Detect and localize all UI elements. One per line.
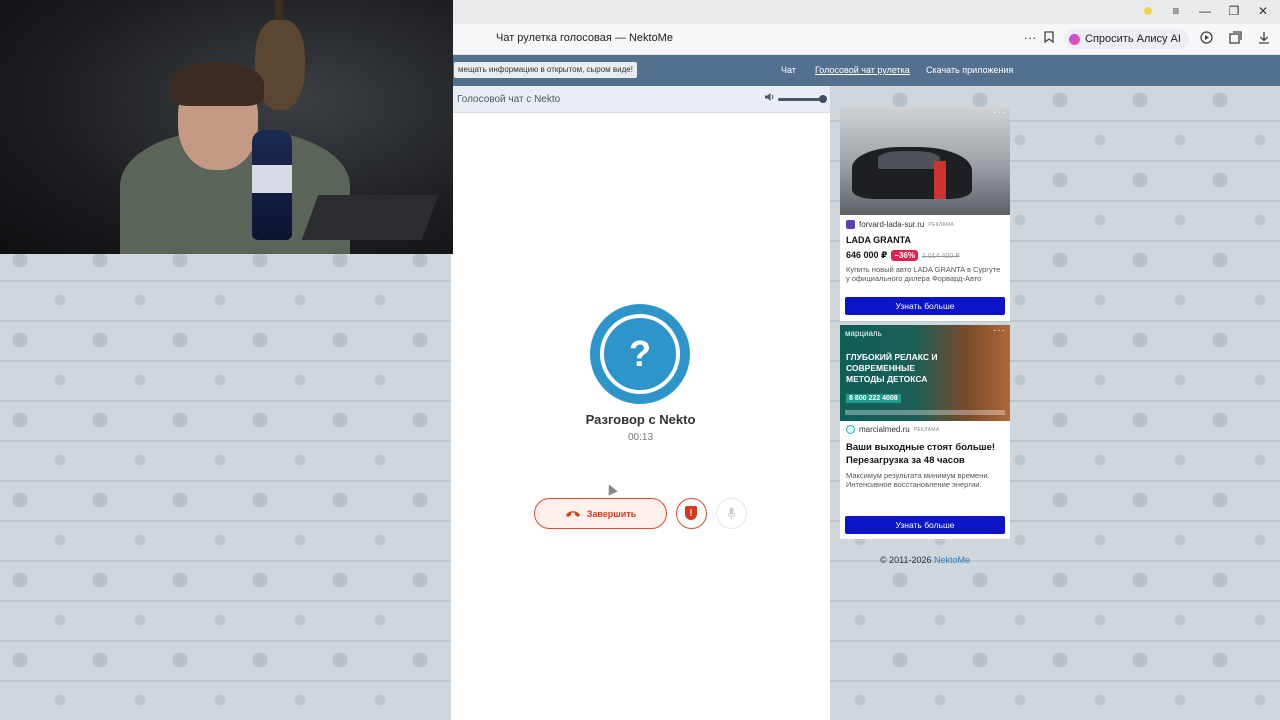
ad-description: Купить новый авто LADA GRANTA в Сургуте … — [846, 265, 1001, 283]
ad-label: РЕКЛАМА — [913, 426, 940, 433]
car-window — [878, 151, 940, 169]
footer: © 2011-2026 NektoMe — [840, 555, 1010, 565]
ad-label: РЕКЛАМА — [928, 221, 955, 228]
conversation-title: Разговор с Nekto — [585, 412, 696, 427]
discount-badge: −36% — [891, 250, 918, 261]
volume-slider-handle[interactable] — [819, 95, 827, 103]
ad-image-headline: ГЛУБОКИЙ РЕЛАКС И СОВРЕМЕННЫЕ МЕТОДЫ ДЕТ… — [846, 352, 938, 384]
ad-lada-granta[interactable]: ··· forvard-lada-sur.ru РЕКЛАМА LADA GRA… — [840, 107, 1010, 321]
media-icon[interactable] — [1197, 31, 1215, 47]
ad-brand-logo: марциаль — [845, 329, 882, 338]
keyboard — [301, 195, 439, 240]
restore-icon[interactable]: ❐ — [1224, 4, 1244, 18]
nav-link-chat[interactable]: Чат — [781, 65, 796, 75]
webcam-overlay — [0, 0, 453, 254]
ad-description: Максимум результата минимум времени. Инт… — [846, 471, 990, 489]
ad-title[interactable]: Ваши выходные стоят больше! Перезагрузка… — [846, 441, 1006, 467]
mouse-cursor-icon — [604, 482, 618, 496]
ad-learn-more-button[interactable]: Узнать больше — [845, 297, 1005, 315]
ad-source: forvard-lada-sur.ru РЕКЛАМА — [846, 220, 954, 229]
nav-link-voice-roulette[interactable]: Голосовой чат рулетка — [815, 65, 910, 75]
hang-up-phone-icon — [565, 506, 581, 521]
alice-icon — [1069, 33, 1080, 45]
more-options-icon[interactable]: ··· — [1021, 30, 1039, 45]
volume-slider[interactable] — [778, 98, 823, 101]
anonymous-avatar: ? — [590, 304, 690, 404]
old-price: 1 014 400 ₽ — [921, 252, 960, 260]
ad-source-domain: forvard-lada-sur.ru — [859, 220, 925, 229]
ad-menu-icon[interactable]: ··· — [993, 107, 1006, 118]
bookmark-icon[interactable] — [1040, 31, 1058, 46]
close-window-icon[interactable]: ✕ — [1253, 4, 1273, 18]
end-call-label: Завершить — [586, 508, 637, 519]
dealer-stand — [934, 161, 946, 199]
ad-source-domain: marcialmed.ru — [859, 425, 910, 434]
ad-title[interactable]: LADA GRANTA — [846, 235, 911, 245]
page-title[interactable]: Чат рулетка голосовая — NektoMe — [496, 32, 673, 44]
download-icon[interactable] — [1255, 31, 1273, 47]
ad-spa-image: марциаль ГЛУБОКИЙ РЕЛАКС И СОВРЕМЕННЫЕ М… — [840, 325, 1010, 421]
microphone-button[interactable] — [716, 498, 747, 529]
ad-marcial-med[interactable]: марциаль ГЛУБОКИЙ РЕЛАКС И СОВРЕМЕННЫЕ М… — [840, 325, 1010, 539]
ask-alice-button[interactable]: Спросить Алису AI — [1064, 29, 1189, 49]
notification-dot-icon — [1144, 7, 1152, 15]
ad-car-image: ··· — [840, 107, 1010, 215]
site-favicon-icon — [846, 220, 855, 229]
microphone-icon — [727, 507, 736, 519]
call-timer: 00:13 — [627, 432, 654, 443]
bottle-label — [252, 165, 292, 193]
volume-icon[interactable] — [764, 92, 775, 105]
nav-link-download-apps[interactable]: Скачать приложения — [926, 65, 1013, 75]
ad-learn-more-button[interactable]: Узнать больше — [845, 516, 1005, 534]
person-hair — [170, 62, 264, 106]
browser-menu-icon[interactable]: ≡ — [1166, 4, 1186, 18]
ad-source: marcialmed.ru РЕКЛАМА — [846, 425, 940, 434]
ad-price-row: 646 000 ₽ −36% 1 014 400 ₽ — [846, 250, 960, 261]
shield-alert-icon: ! — [685, 506, 697, 520]
tabs-icon[interactable] — [1226, 31, 1244, 47]
privacy-notice: мещать информацию в открытом, сыром виде… — [454, 62, 637, 78]
end-call-button[interactable]: Завершить — [534, 498, 667, 529]
ad-fine-print — [845, 410, 1005, 415]
site-favicon-icon — [846, 425, 855, 434]
ask-alice-label: Спросить Алису AI — [1085, 33, 1181, 45]
ad-image-phone: 8 800 222 4008 — [846, 394, 901, 403]
ad-price: 646 000 ₽ — [846, 250, 888, 260]
report-button[interactable]: ! — [676, 498, 707, 529]
copyright-text: © 2011-2026 — [879, 555, 934, 565]
panel-header: Голосовой чат с Nekto — [451, 86, 830, 113]
question-mark-icon: ? — [629, 333, 651, 374]
panel-title: Голосовой чат с Nekto — [457, 94, 561, 105]
footer-link-nektome[interactable]: NektoMe — [934, 555, 970, 565]
minimize-icon[interactable]: — — [1195, 4, 1215, 18]
ad-menu-icon[interactable]: ··· — [993, 325, 1006, 336]
voice-chat-panel: Голосовой чат с Nekto ? Разговор с Nekto… — [451, 86, 830, 720]
